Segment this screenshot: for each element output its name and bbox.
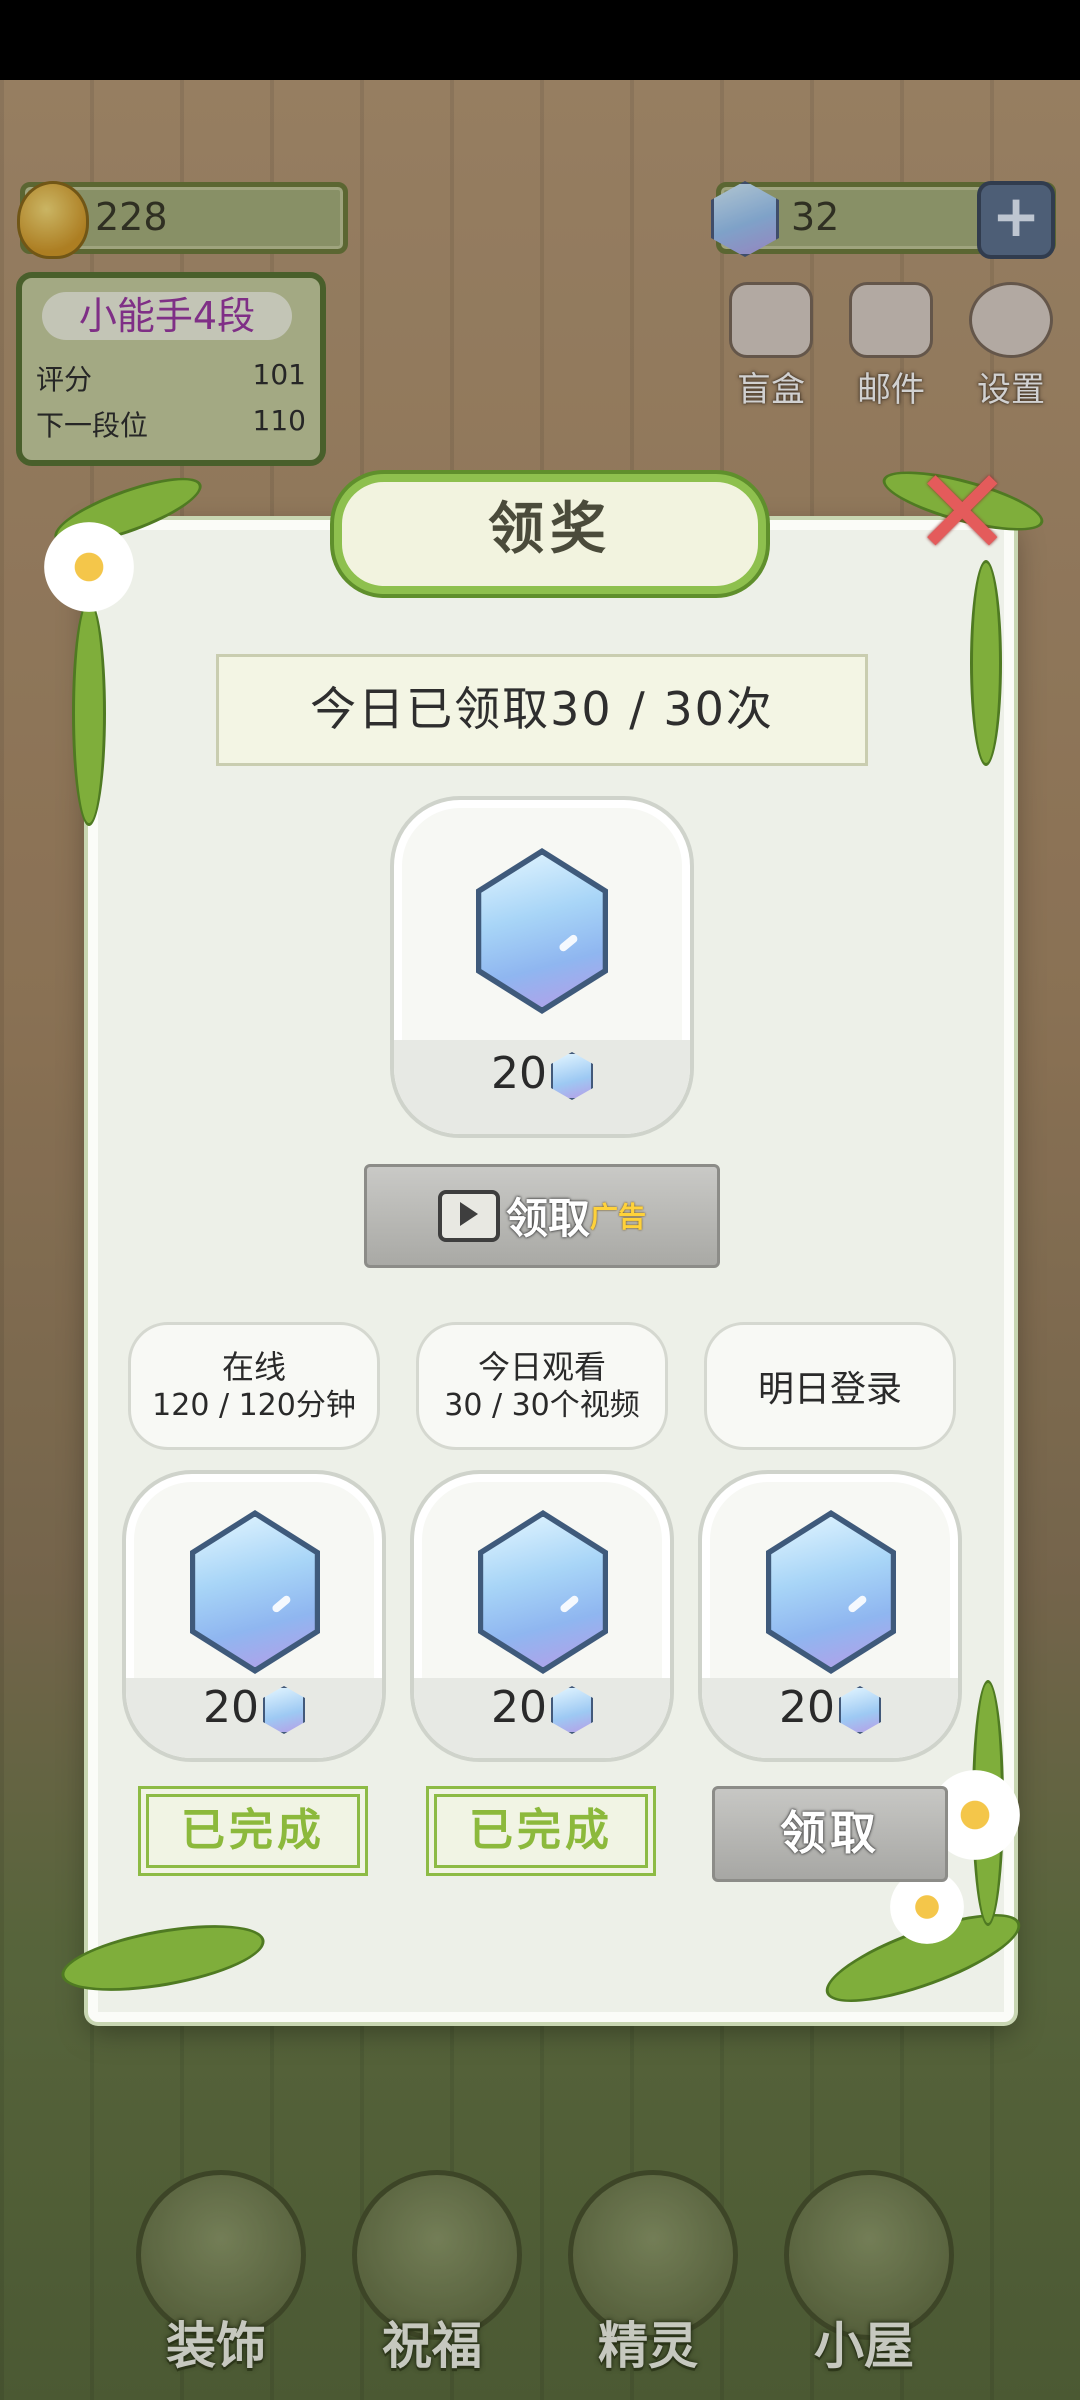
ad-tag: 广告 [590,1200,647,1234]
task-reward-amount: 20 [126,1682,382,1734]
gem-icon [190,1510,320,1674]
reward-amount-value: 20 [491,1048,547,1099]
mini-gem-icon [263,1686,305,1734]
task-watch-title: 今日观看 [477,1348,606,1386]
daily-claim-count-text: 今日已领取30 / 30次 [310,682,774,736]
close-button[interactable]: ✕ [912,454,1013,574]
daisy-flower-icon [44,522,134,612]
task-watch-progress: 30 / 30个视频 [444,1388,640,1423]
mini-gem-icon [839,1686,881,1734]
mini-gem-icon [551,1686,593,1734]
task-login-tomorrow: 明日登录 [704,1322,956,1450]
mini-gem-icon [551,1052,593,1100]
task-reward-card: 20 [698,1470,962,1762]
task-reward-value: 20 [779,1682,835,1733]
claim-ad-button[interactable]: 领取广告 [364,1164,720,1268]
task-watch-videos: 今日观看 30 / 30个视频 [416,1322,668,1450]
task-reward-amount: 20 [702,1682,958,1734]
vine-decoration [970,560,1002,766]
task-online: 在线 120 / 120分钟 [128,1322,380,1450]
completed-badge-online: 已完成 [138,1786,368,1876]
claim-ad-label: 领取 [505,1194,590,1243]
completed-badge-videos: 已完成 [426,1786,656,1876]
completed-label: 已完成 [469,1805,613,1856]
claim-label: 领取 [780,1806,880,1860]
gem-icon [476,848,608,1014]
dialog-title-plate: 领奖 [334,474,766,594]
task-reward-value: 20 [491,1682,547,1733]
task-login-title: 明日登录 [757,1369,902,1410]
task-reward-amount: 20 [414,1682,670,1734]
task-online-progress: 120 / 120分钟 [152,1388,356,1423]
tv-play-icon [437,1189,500,1242]
completed-label: 已完成 [181,1805,325,1856]
dialog-title: 领奖 [488,497,612,562]
task-reward-card: 20 [410,1470,674,1762]
gem-icon [478,1510,608,1674]
reward-amount: 20 [394,1048,690,1100]
task-reward-card: 20 [122,1470,386,1762]
daily-claim-count: 今日已领取30 / 30次 [216,654,868,766]
vine-decoration [72,600,106,826]
main-reward-card: 20 [390,796,694,1138]
task-reward-value: 20 [203,1682,259,1733]
claim-login-button[interactable]: 领取 [712,1786,948,1882]
task-online-title: 在线 [221,1348,286,1386]
gem-icon [766,1510,896,1674]
